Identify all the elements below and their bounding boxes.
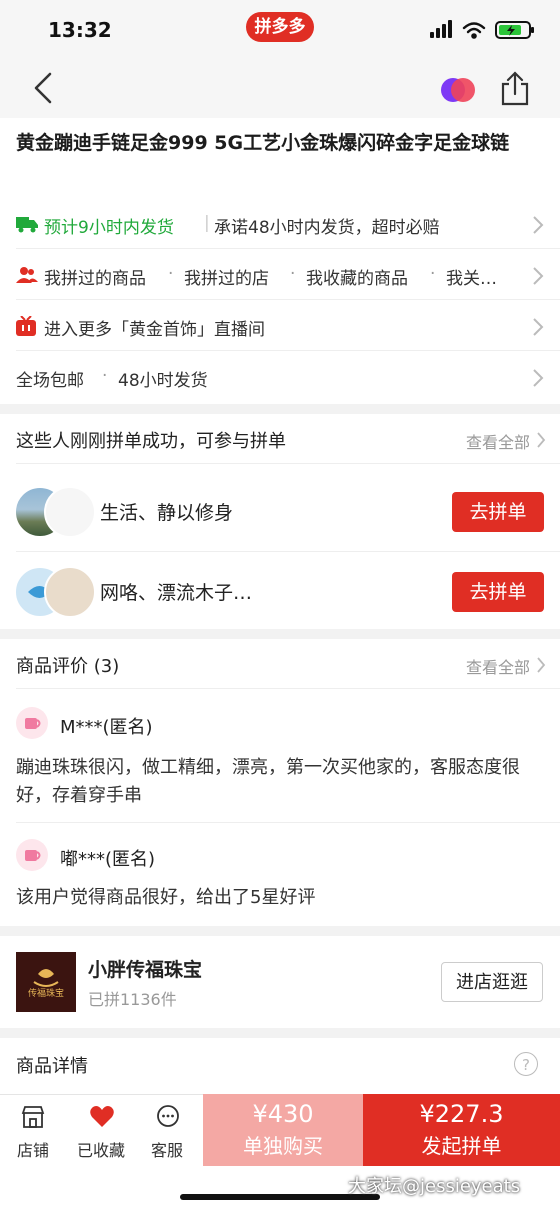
live-row[interactable]: 进入更多「黄金首饰」直播间: [0, 301, 560, 351]
reviews-header: 商品评价 (3) 查看全部: [0, 639, 560, 689]
see-all-link[interactable]: 查看全部: [466, 429, 530, 453]
section-separator: [0, 404, 560, 414]
live-room-link: 进入更多「黄金首饰」直播间: [44, 320, 265, 340]
section-separator: [0, 1028, 560, 1038]
chevron-right-icon: [537, 432, 546, 448]
shop-logo-text: 传福珠宝: [27, 989, 64, 999]
history-row[interactable]: 我拼过的商品 · 我拼过的店 · 我收藏的商品 · 我关…: [0, 250, 560, 300]
enter-shop-button[interactable]: 进店逛逛: [441, 962, 543, 1002]
group-buy-header: 这些人刚刚拼单成功，可参与拼单 查看全部: [0, 414, 560, 464]
see-all-link[interactable]: 查看全部: [466, 654, 530, 678]
section-separator: [0, 629, 560, 639]
heart-icon: [90, 1106, 114, 1127]
buy-alone-price: ¥430: [252, 1100, 314, 1128]
tab-favorite[interactable]: 已收藏: [68, 1103, 134, 1163]
shipping-promise: 承诺48小时内发货，超时必赔: [214, 218, 440, 238]
divider: |: [204, 213, 210, 233]
history-item[interactable]: 我拼过的店: [184, 264, 269, 289]
brand-logo-icon[interactable]: [440, 76, 476, 104]
review-username: 嘟***(匿名): [60, 849, 156, 870]
chat-icon: [157, 1105, 179, 1127]
battery-icon: [495, 21, 534, 39]
buy-group-label: 发起拼单: [421, 1134, 502, 1158]
people-icon: [16, 267, 38, 283]
chevron-right-icon: [533, 318, 544, 336]
review-username: M***(匿名): [60, 717, 153, 738]
product-title: 黄金蹦迪手链足金999 5G工艺小金珠爆闪碎金字足金球链: [16, 132, 510, 154]
section-separator: [0, 926, 560, 936]
tab-label: 店铺: [16, 1141, 49, 1160]
tab-label: 已收藏: [76, 1141, 125, 1160]
group-row[interactable]: 网咯、漂流木子… 去拼单: [0, 552, 560, 632]
avatar: [16, 707, 48, 739]
review-text: 蹦迪珠珠很闪，做工精细，漂亮，第一次买他家的，客服态度很好，存着穿手串: [16, 757, 520, 806]
history-item[interactable]: 我收藏的商品: [306, 264, 408, 289]
shop-name[interactable]: 小胖传福珠宝: [88, 955, 202, 982]
shipping-row[interactable]: 预计9小时内发货 | 承诺48小时内发货，超时必赔: [0, 199, 560, 249]
group-row[interactable]: 生活、静以修身 去拼单: [0, 472, 560, 552]
group-user-name: 生活、静以修身: [100, 502, 234, 524]
details-title: 商品详情: [16, 1056, 88, 1077]
shipping-highlight: 预计9小时内发货: [44, 218, 174, 238]
tab-shop[interactable]: 店铺: [0, 1103, 66, 1163]
avatar: [44, 486, 96, 538]
group-buy-title: 这些人刚刚拼单成功，可参与拼单: [16, 431, 286, 452]
app-badge: 拼多多: [246, 12, 314, 42]
chevron-right-icon: [533, 216, 544, 234]
group-user-name: 网咯、漂流木子…: [100, 582, 253, 604]
status-icons: [430, 20, 534, 39]
store-icon: [21, 1106, 45, 1128]
shop-sold-count: 已拼1136件: [88, 990, 177, 1009]
chevron-right-icon: [533, 369, 544, 387]
avatar: [16, 839, 48, 871]
review-user: 嘟***(匿名): [16, 839, 536, 875]
history-item[interactable]: 我关…: [446, 264, 497, 289]
buy-group-button[interactable]: ¥227.3 发起拼单: [363, 1094, 560, 1166]
share-icon[interactable]: [498, 70, 532, 106]
live-tv-icon: [16, 316, 36, 336]
review-text: 该用户觉得商品很好，给出了5星好评: [16, 887, 316, 908]
divider: [16, 822, 560, 823]
tab-support[interactable]: 客服: [134, 1103, 200, 1163]
truck-icon: [16, 217, 38, 233]
cup-icon: [25, 850, 41, 861]
review-user: M***(匿名): [16, 707, 536, 743]
signal-icon: [430, 20, 452, 38]
join-group-button[interactable]: 去拼单: [452, 492, 544, 532]
buy-alone-button[interactable]: ¥430 单独购买: [203, 1094, 363, 1166]
buy-group-price: ¥227.3: [419, 1100, 504, 1128]
service-item: 48小时发货: [118, 371, 208, 391]
status-time: 13:32: [48, 18, 112, 42]
tab-label: 客服: [150, 1141, 183, 1160]
service-item: 全场包邮: [16, 371, 84, 391]
help-icon[interactable]: ?: [514, 1052, 538, 1076]
chevron-right-icon: [537, 657, 546, 673]
shop-logo[interactable]: 传福珠宝: [16, 952, 76, 1012]
join-group-button[interactable]: 去拼单: [452, 572, 544, 612]
service-row[interactable]: 全场包邮 · 48小时发货: [0, 352, 560, 402]
watermark: 大家坛@jessieyeats: [348, 1176, 521, 1197]
avatar: [44, 566, 96, 618]
cup-icon: [25, 718, 41, 729]
back-button[interactable]: [26, 68, 66, 108]
reviews-title: 商品评价 (3): [16, 656, 120, 677]
buy-alone-label: 单独购买: [243, 1134, 323, 1158]
history-item[interactable]: 我拼过的商品: [44, 264, 146, 289]
chevron-right-icon: [533, 267, 544, 285]
wifi-icon: [462, 22, 486, 39]
